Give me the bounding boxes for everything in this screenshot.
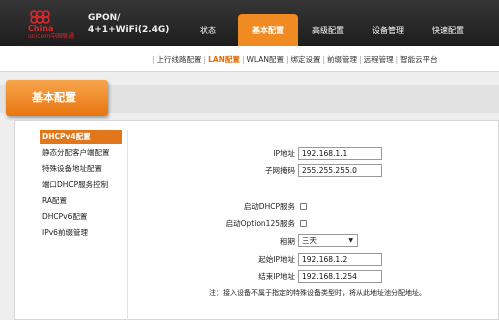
end-ip-label: 结束IP地址 [258,272,295,281]
lease-time-select[interactable]: 三天 ▼ [298,234,358,247]
tab-advanced-config[interactable]: 高级配置 [298,14,358,46]
main-nav: 状态 基本配置 高级配置 设备管理 快速配置 [178,14,478,46]
option125-enable-checkbox[interactable] [300,220,307,227]
tab-device-management[interactable]: 设备管理 [358,14,418,46]
tab-status[interactable]: 状态 [178,14,238,46]
device-model-line1: GPON/ [88,13,121,23]
start-ip-label: 起始IP地址 [258,255,295,264]
dropdown-arrow-icon: ▼ [348,237,353,244]
sidebar-item-ra[interactable]: RA配置 [40,194,122,208]
option125-enable-label: 启动Option125服务 [225,219,295,228]
subnav-uplink[interactable]: 上行线路配置 [157,54,202,65]
brand-en: unicom中国联通 [28,33,75,40]
dhcp-enable-checkbox[interactable] [300,203,307,210]
sidebar-item-ipv6-prefix[interactable]: IPv6前缀管理 [40,226,122,240]
subnav-remote[interactable]: 远程管理 [364,54,394,65]
ip-address-field[interactable]: 192.168.1.1 [298,147,382,160]
device-model-line2: 4+1+WiFi(2.4G) [88,25,170,35]
tab-basic-config[interactable]: 基本配置 [238,14,298,46]
subnav-binding[interactable]: 绑定设置 [291,54,321,65]
lease-time-value: 三天 [302,236,317,245]
lease-time-label: 租期 [280,237,295,246]
sidebar-item-special-device[interactable]: 特殊设备地址配置 [40,162,122,176]
top-header: China unicom中国联通 GPON/ 4+1+WiFi(2.4G) 状态… [0,0,499,46]
sub-nav-bar: | 上行线路配置 | LAN配置 | WLAN配置 | 绑定设置 | 前缀管理 … [0,46,499,72]
subnav-lan[interactable]: LAN配置 [208,54,240,65]
end-ip-field[interactable]: 192.168.1.254 [298,270,382,283]
subnav-cloud[interactable]: 智能云平台 [400,54,438,65]
subnav-prefix[interactable]: 前缀管理 [327,54,357,65]
subnet-mask-field[interactable]: 255.255.255.0 [298,164,382,177]
section-banner: 基本配置 [6,80,108,116]
address-pool-note: 注：接入设备不属于指定的特殊设备类型时，将从此地址池分配地址。 [209,289,426,297]
sidebar-item-dhcpv6[interactable]: DHCPv6配置 [40,210,122,224]
start-ip-field[interactable]: 192.168.1.2 [298,253,382,266]
sidebar-item-dhcpv4[interactable]: DHCPv4配置 [40,130,122,144]
unicom-logo: China unicom中国联通 [28,8,88,40]
sidebar: DHCPv4配置 静态分配客户端配置 特殊设备地址配置 端口DHCP服务控制 R… [40,130,122,242]
sidebar-item-static-client[interactable]: 静态分配客户端配置 [40,146,122,160]
device-model-title: GPON/ 4+1+WiFi(2.4G) [88,12,169,36]
brand-cn: China [28,24,54,33]
sidebar-divider [127,130,128,320]
sidebar-item-port-dhcp[interactable]: 端口DHCP服务控制 [40,178,122,192]
subnet-mask-label: 子网掩码 [265,166,295,175]
tab-quick-config[interactable]: 快速配置 [418,14,478,46]
dhcp-enable-label: 启动DHCP服务 [243,202,295,211]
subnav-wlan[interactable]: WLAN配置 [246,54,284,65]
ip-address-label: IP地址 [273,149,295,158]
sub-nav: | 上行线路配置 | LAN配置 | WLAN配置 | 绑定设置 | 前缀管理 … [150,46,438,72]
